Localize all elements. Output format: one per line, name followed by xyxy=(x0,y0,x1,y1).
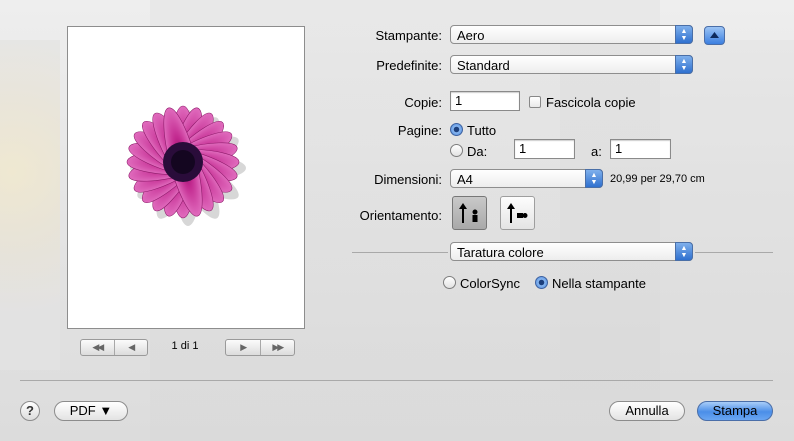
print-button[interactable]: Stampa xyxy=(697,401,773,421)
pdf-menu-button[interactable]: PDF ▼ xyxy=(54,401,128,421)
presets-label: Predefinite: xyxy=(376,58,442,73)
page-indicator: 1 di 1 xyxy=(171,340,199,352)
paper-size-value: A4 xyxy=(457,172,473,187)
help-button[interactable]: ? xyxy=(20,401,40,421)
flower-image xyxy=(126,105,246,226)
in-printer-label: Nella stampante xyxy=(552,276,646,291)
popup-arrows-icon: ▲ ▼ xyxy=(585,169,603,188)
triangle-up-icon xyxy=(710,32,719,38)
orientation-label: Orientamento: xyxy=(359,208,442,223)
footer-divider xyxy=(20,380,773,381)
paper-size-label: Dimensioni: xyxy=(374,172,442,187)
printer-label: Stampante: xyxy=(375,28,443,43)
presets-value: Standard xyxy=(457,58,510,73)
pages-all-radio[interactable] xyxy=(450,123,463,136)
copies-field[interactable]: 1 xyxy=(450,91,520,111)
in-printer-radio[interactable] xyxy=(535,276,548,289)
colorsync-radio[interactable] xyxy=(443,276,456,289)
pages-label: Pagine: xyxy=(397,123,442,138)
first-page-button[interactable]: ◀◀ xyxy=(81,340,114,355)
portrait-orientation-button[interactable] xyxy=(452,196,487,230)
pages-range-radio[interactable] xyxy=(450,144,463,157)
landscape-orientation-button[interactable] xyxy=(500,196,535,230)
preview-forward-nav: ▶ ▶▶ xyxy=(225,339,295,356)
landscape-icon xyxy=(507,203,528,223)
popup-arrows-icon: ▲ ▼ xyxy=(675,242,693,261)
previous-page-button[interactable]: ◀ xyxy=(113,340,148,355)
paper-dimensions-text: 20,99 per 29,70 cm xyxy=(610,173,705,185)
last-page-button[interactable]: ▶▶ xyxy=(259,340,295,355)
section-divider-right xyxy=(695,252,773,253)
expand-dialog-button[interactable] xyxy=(704,26,725,45)
popup-arrows-icon: ▲ ▼ xyxy=(675,25,693,44)
section-divider-left xyxy=(352,252,448,253)
print-dialog: ◀◀ ◀ 1 di 1 ▶ ▶▶ Stampante: Aero ▲ ▼ Pred… xyxy=(0,0,794,441)
copies-label: Copie: xyxy=(404,95,442,110)
paper-size-popup[interactable]: A4 ▲ ▼ xyxy=(450,169,603,188)
colorsync-label: ColorSync xyxy=(460,276,520,291)
cancel-button[interactable]: Annulla xyxy=(609,401,685,421)
pages-from-label: Da: xyxy=(467,144,488,159)
pages-to-field[interactable]: 1 xyxy=(610,139,671,159)
panel-select-value: Taratura colore xyxy=(457,245,544,260)
print-preview xyxy=(67,26,305,329)
preview-back-nav: ◀◀ ◀ xyxy=(80,339,148,356)
pages-from-field[interactable]: 1 xyxy=(514,139,575,159)
collate-label: Fascicola copie xyxy=(546,95,636,110)
presets-popup[interactable]: Standard ▲ ▼ xyxy=(450,55,693,74)
pages-to-label: a: xyxy=(591,144,602,159)
panel-select-popup[interactable]: Taratura colore ▲ ▼ xyxy=(450,242,693,261)
printer-value: Aero xyxy=(457,28,485,43)
printer-popup[interactable]: Aero ▲ ▼ xyxy=(450,25,693,44)
next-page-button[interactable]: ▶ xyxy=(226,340,260,355)
popup-arrows-icon: ▲ ▼ xyxy=(675,55,693,74)
collate-checkbox[interactable] xyxy=(529,96,541,108)
portrait-icon xyxy=(459,203,478,223)
pages-all-label: Tutto xyxy=(467,123,497,138)
